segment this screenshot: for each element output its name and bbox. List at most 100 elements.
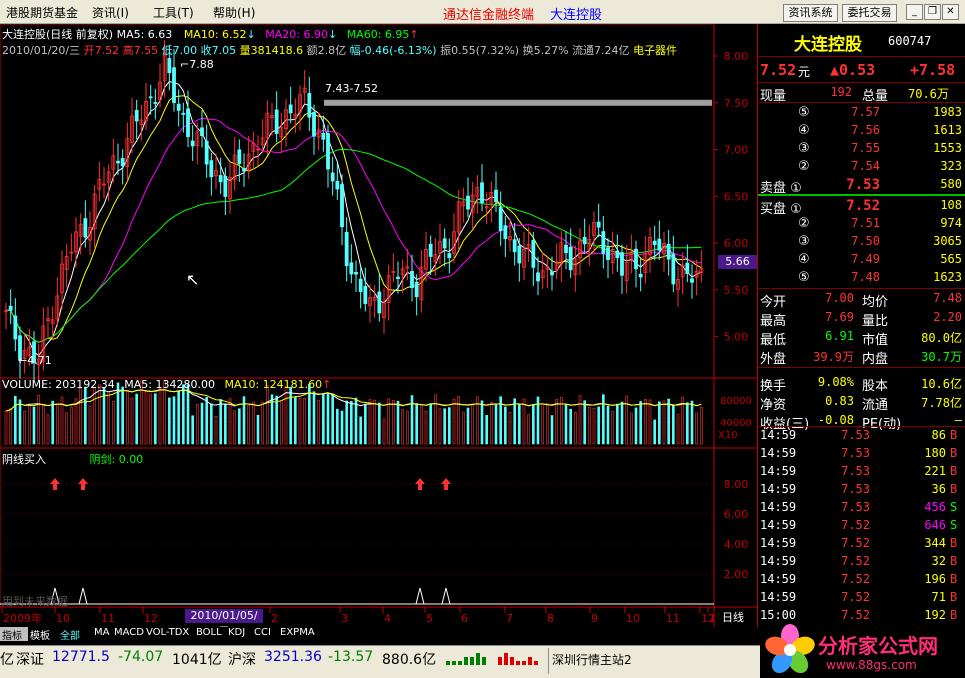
candle-body bbox=[447, 253, 452, 259]
bid-level-1: 买盘 ① 7.52 108 bbox=[760, 198, 962, 217]
volume-bar bbox=[144, 391, 148, 445]
tab-macd[interactable]: MACD bbox=[114, 627, 144, 641]
tick-row: 14:59 7.53 180 B bbox=[760, 446, 958, 460]
peak-price-label: ⌐7.88 bbox=[180, 58, 214, 71]
restore-icon[interactable]: ❐ bbox=[924, 4, 941, 20]
price-tick-label: 5.00 bbox=[724, 331, 749, 344]
signal-spike bbox=[78, 587, 88, 605]
candle-body bbox=[209, 160, 214, 178]
tab-indicator[interactable]: 指标 bbox=[0, 627, 28, 642]
buy-arrow-icon bbox=[441, 478, 451, 490]
tab-ma[interactable]: MA bbox=[94, 627, 109, 641]
volume-bar bbox=[79, 387, 82, 445]
chart-stock-name: 大连控股(日线 前复权) bbox=[2, 28, 114, 41]
close-icon[interactable]: ✕ bbox=[942, 4, 959, 20]
kline-chart[interactable]: 5.00 5.50 6.00 6.50 7.00 7.50 8.00 40000 80000 2.… bbox=[0, 24, 757, 627]
candle-body bbox=[690, 278, 694, 283]
signal-spike bbox=[415, 587, 425, 605]
price-tick-label: 7.00 bbox=[724, 144, 749, 157]
sz-value: 12771.5 bbox=[52, 649, 110, 665]
candle-body bbox=[466, 195, 470, 210]
candle-body bbox=[363, 286, 368, 304]
volume-bar bbox=[84, 386, 87, 445]
ma5-label: MA5: 6.63 bbox=[116, 28, 173, 41]
volume-bar bbox=[256, 414, 260, 445]
indicator-tick-label: 2.00 bbox=[724, 568, 749, 581]
volume-bar bbox=[121, 386, 124, 445]
candle-body bbox=[564, 244, 568, 254]
x-tick-label: 6 bbox=[461, 612, 468, 625]
minimize-icon[interactable]: _ bbox=[906, 4, 923, 20]
tab-vol-tdx[interactable]: VOL-TDX bbox=[146, 627, 189, 641]
bar-date: 2010/01/20/三 bbox=[2, 44, 81, 57]
volume-bar bbox=[70, 406, 73, 445]
menu-item-hk-futures[interactable]: 港股期货基金 bbox=[6, 4, 78, 20]
menu-item-tools[interactable]: 工具(T) bbox=[153, 4, 194, 20]
candle-body bbox=[428, 243, 433, 257]
volume-bar bbox=[690, 400, 694, 445]
volume-bar bbox=[312, 391, 316, 445]
info-system-button[interactable]: 资讯系统 bbox=[783, 4, 838, 22]
volume-bar bbox=[480, 400, 484, 445]
bid-level-4: ④ 7.49 565 bbox=[798, 252, 962, 267]
candle-body bbox=[536, 272, 540, 282]
volume-bar bbox=[373, 399, 376, 445]
volume-bar bbox=[340, 410, 344, 445]
candle-body bbox=[13, 315, 18, 340]
current-volume: 192 bbox=[830, 85, 852, 99]
volume-bar bbox=[354, 397, 358, 445]
volume-bar bbox=[611, 411, 614, 445]
bar-change: 幅-0.46(-6.13%) bbox=[349, 44, 437, 57]
volume-bar bbox=[326, 393, 330, 445]
hs-label[interactable]: 沪深 bbox=[228, 649, 256, 669]
volume-bar bbox=[51, 400, 54, 445]
tab-all[interactable]: 全部 bbox=[60, 627, 80, 642]
volume-bar bbox=[466, 407, 470, 445]
trade-button[interactable]: 委托交易 bbox=[842, 4, 897, 22]
volume-bar bbox=[564, 404, 568, 445]
tab-cci[interactable]: CCI bbox=[254, 627, 271, 641]
menu-item-help[interactable]: 帮助(H) bbox=[213, 4, 255, 20]
volume-bar bbox=[9, 408, 12, 445]
ask-level-2: ② 7.54 323 bbox=[798, 159, 962, 174]
menu-item-info[interactable]: 资讯(I) bbox=[92, 4, 129, 20]
future-data-watermark: 用到未来数据 bbox=[2, 595, 68, 608]
candle-body bbox=[582, 236, 587, 245]
candle-body bbox=[148, 96, 153, 99]
candle-body bbox=[83, 218, 88, 238]
volume-bar bbox=[387, 398, 390, 445]
volume-bar bbox=[233, 410, 236, 445]
tab-template[interactable]: 模板 bbox=[30, 627, 50, 642]
candle-body bbox=[410, 271, 414, 288]
bar-volume: 量381418.6 bbox=[239, 44, 304, 57]
volume-bar bbox=[294, 396, 297, 445]
buy-arrow-icon bbox=[78, 478, 88, 490]
candle-body bbox=[494, 189, 498, 203]
sz-label[interactable]: 深证 bbox=[16, 649, 44, 669]
volume-bar bbox=[65, 412, 68, 445]
x-tick-label: 7 bbox=[506, 612, 513, 625]
candle-body bbox=[307, 93, 312, 118]
volume-bar bbox=[420, 403, 423, 445]
tab-kdj[interactable]: KDJ bbox=[228, 627, 245, 641]
tick-list[interactable]: 14:59 7.53 86 B 14:59 7.53 180 B 14:59 7.53 221 B 14… bbox=[758, 427, 965, 625]
volume-bar bbox=[247, 405, 250, 445]
volume-bar bbox=[345, 400, 348, 445]
tab-boll[interactable]: BOLL bbox=[196, 627, 222, 641]
tick-row: 14:59 7.52 71 B bbox=[760, 590, 958, 604]
ask-level-1: 卖盘 ① 7.53 580 bbox=[760, 177, 962, 196]
candle-body bbox=[200, 127, 204, 136]
price-tick-label: 5.50 bbox=[724, 284, 749, 297]
volume-bar bbox=[336, 408, 339, 445]
candle-body bbox=[153, 102, 158, 104]
volume-bar bbox=[98, 384, 101, 445]
candle-body bbox=[172, 67, 176, 104]
volume-bar bbox=[672, 405, 675, 445]
buy-arrow-icon bbox=[415, 478, 425, 490]
period-label[interactable]: 日线 bbox=[722, 609, 744, 625]
tab-expma[interactable]: EXPMA bbox=[280, 627, 315, 641]
ma20-line bbox=[6, 117, 702, 343]
volume-bar bbox=[700, 406, 703, 445]
volume-bar bbox=[32, 406, 36, 445]
tick-row: 14:59 7.52 646 S bbox=[760, 518, 958, 532]
